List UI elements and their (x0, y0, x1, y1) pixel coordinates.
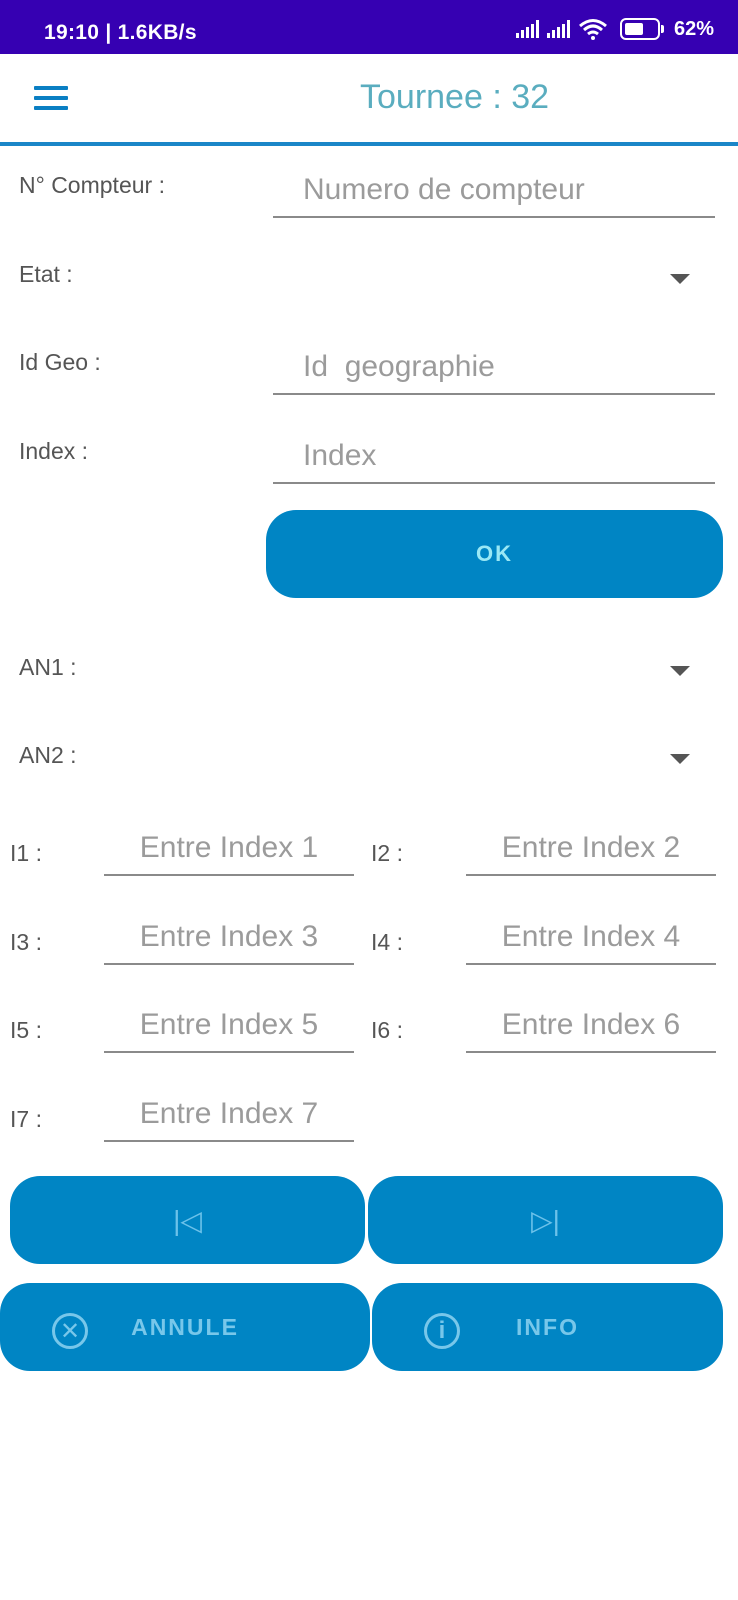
i7-input[interactable] (104, 1088, 354, 1140)
signal-1-icon (515, 20, 539, 38)
an1-dropdown[interactable] (270, 650, 710, 690)
battery-icon (619, 18, 664, 40)
status-bar: 19:10 | 1.6KB/s 62% (0, 0, 738, 54)
i6-input[interactable] (466, 999, 716, 1051)
page-title: Tournee : 32 (360, 78, 550, 116)
signal-2-icon (546, 20, 570, 38)
app-bar: Tournee : 32 (0, 54, 738, 146)
i5-label: I5 : (10, 1017, 42, 1043)
info-button[interactable]: i INFO (372, 1283, 723, 1371)
skip-next-icon: ▷| (531, 1204, 560, 1236)
i4-input[interactable] (466, 911, 716, 963)
i2-field (466, 822, 716, 876)
hamburger-menu-icon[interactable] (34, 86, 68, 112)
i2-label: I2 : (371, 840, 403, 866)
i6-field (466, 999, 716, 1053)
an1-label: AN1 : (19, 654, 77, 680)
i5-input[interactable] (104, 999, 354, 1051)
cancel-button[interactable]: ✕ ANNULE (0, 1283, 370, 1371)
i5-field (104, 999, 354, 1053)
i7-label: I7 : (10, 1106, 42, 1132)
ok-button[interactable]: OK (266, 510, 723, 598)
first-record-button[interactable]: |◁ (10, 1176, 365, 1264)
skip-previous-icon: |◁ (173, 1204, 202, 1236)
dropdown-arrow-icon (670, 274, 690, 284)
i2-input[interactable] (466, 822, 716, 874)
status-time: 19:10 | 1.6KB/s (44, 21, 197, 44)
i6-label: I6 : (371, 1017, 403, 1043)
i3-input[interactable] (104, 911, 354, 963)
index-input[interactable] (273, 430, 715, 482)
i1-label: I1 : (10, 840, 42, 866)
an2-dropdown[interactable] (270, 738, 710, 778)
index-label: Index : (19, 438, 89, 464)
id-geo-field (273, 341, 715, 395)
i1-field (104, 822, 354, 876)
id-geo-input[interactable] (273, 341, 715, 393)
etat-dropdown[interactable] (270, 258, 710, 298)
status-icons: 62% (515, 17, 714, 41)
i1-input[interactable] (104, 822, 354, 874)
last-record-button[interactable]: ▷| (368, 1176, 723, 1264)
dropdown-arrow-icon (670, 754, 690, 764)
i7-field (104, 1088, 354, 1142)
battery-level (624, 23, 643, 35)
info-circle-icon: i (424, 1313, 460, 1349)
dropdown-arrow-icon (670, 666, 690, 676)
index-field (273, 430, 715, 484)
cancel-circle-icon: ✕ (52, 1313, 88, 1349)
compteur-label: N° Compteur : (19, 172, 165, 198)
i3-field (104, 911, 354, 965)
etat-label: Etat : (19, 261, 73, 287)
id-geo-label: Id Geo : (19, 349, 101, 375)
info-button-label: INFO (516, 1313, 579, 1340)
battery-percent: 62% (673, 17, 714, 40)
cancel-button-label: ANNULE (131, 1313, 239, 1340)
an2-label: AN2 : (19, 742, 77, 768)
compteur-input[interactable] (273, 164, 715, 216)
compteur-field (273, 164, 715, 218)
ok-button-label: OK (476, 541, 513, 566)
i4-label: I4 : (371, 929, 403, 955)
wifi-icon (579, 19, 607, 40)
i3-label: I3 : (10, 929, 42, 955)
i4-field (466, 911, 716, 965)
